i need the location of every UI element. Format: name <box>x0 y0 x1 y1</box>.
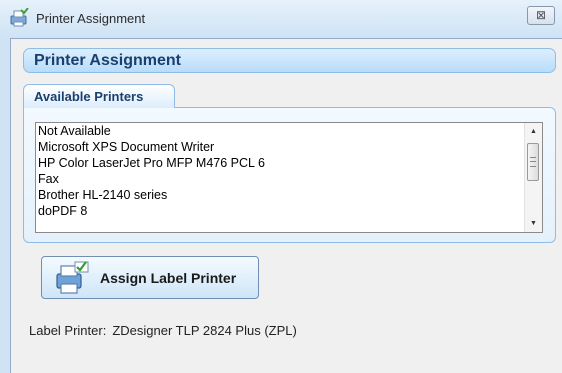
assign-button-label: Assign Label Printer <box>100 270 237 286</box>
printer-assignment-window: Printer Assignment ⊠ Printer Assignment … <box>0 0 562 373</box>
scroll-down-arrow[interactable]: ▼ <box>525 215 542 232</box>
assign-label-printer-button[interactable]: Assign Label Printer <box>41 256 259 299</box>
printer-list: Not Available Microsoft XPS Document Wri… <box>36 123 524 219</box>
tab-available-printers[interactable]: Available Printers <box>23 84 175 108</box>
label-printer-value: ZDesigner TLP 2824 Plus (ZPL) <box>112 323 297 338</box>
dialog-body: Printer Assignment Available Printers No… <box>10 38 562 373</box>
printer-listbox[interactable]: Not Available Microsoft XPS Document Wri… <box>35 122 543 233</box>
list-item[interactable]: Fax <box>36 171 524 187</box>
close-button[interactable]: ⊠ <box>527 6 555 25</box>
printer-check-icon <box>56 261 89 294</box>
thumb-grip-icon <box>530 157 536 167</box>
label-printer-row: Label Printer: ZDesigner TLP 2824 Plus (Z… <box>29 323 297 338</box>
available-printers-panel: Not Available Microsoft XPS Document Wri… <box>23 107 556 243</box>
list-item[interactable]: Not Available <box>36 123 524 139</box>
list-item[interactable]: HP Color LaserJet Pro MFP M476 PCL 6 <box>36 155 524 171</box>
vertical-scrollbar[interactable]: ▲ ▼ <box>524 123 542 232</box>
title-bar[interactable]: Printer Assignment ⊠ <box>0 0 562 38</box>
list-item[interactable]: Brother HL-2140 series <box>36 187 524 203</box>
scroll-up-arrow[interactable]: ▲ <box>525 123 542 140</box>
list-item[interactable]: Microsoft XPS Document Writer <box>36 139 524 155</box>
printer-icon <box>10 8 29 27</box>
list-item[interactable]: doPDF 8 <box>36 203 524 219</box>
window-title: Printer Assignment <box>36 11 146 26</box>
label-printer-caption: Label Printer: <box>29 323 107 338</box>
page-title: Printer Assignment <box>34 52 181 69</box>
section-header: Printer Assignment <box>23 48 556 73</box>
tab-label: Available Printers <box>34 89 144 104</box>
scroll-thumb[interactable] <box>527 143 539 181</box>
